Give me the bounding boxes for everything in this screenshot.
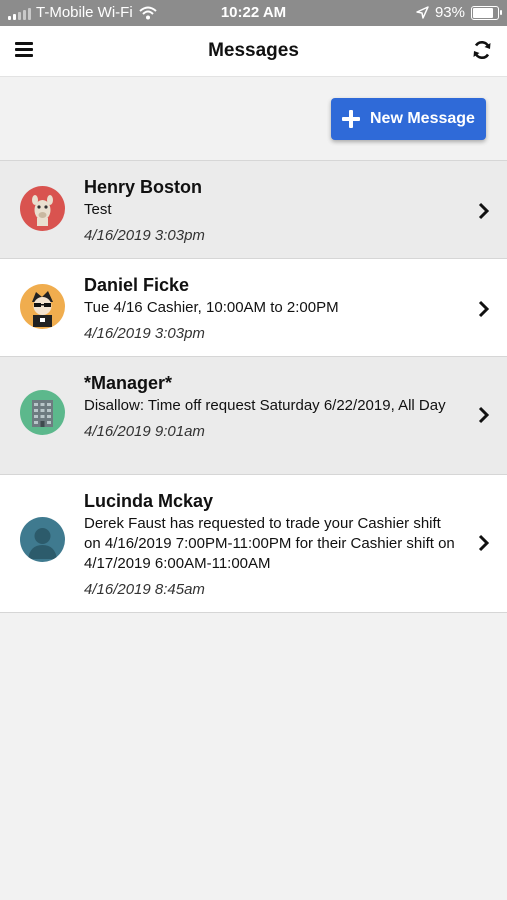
new-message-button[interactable]: New Message bbox=[331, 98, 486, 140]
chevron-right-icon bbox=[478, 202, 490, 220]
new-message-label: New Message bbox=[370, 110, 475, 127]
person-silhouette-avatar bbox=[20, 517, 65, 562]
page-title: Messages bbox=[208, 40, 299, 61]
llama-avatar bbox=[20, 186, 65, 231]
message-preview: Tue 4/16 Cashier, 10:00AM to 2:00PM bbox=[84, 299, 339, 316]
sender-name: Daniel Ficke bbox=[84, 275, 190, 295]
plus-icon bbox=[342, 110, 360, 128]
message-body: *Manager* Disallow: Time off request Sat… bbox=[84, 357, 457, 441]
sender-name: Lucinda Mckay bbox=[84, 491, 214, 511]
message-preview: Derek Faust has requested to trade your … bbox=[84, 515, 455, 572]
message-date: 4/16/2019 9:01am bbox=[84, 423, 205, 440]
message-item-lucinda-mckay[interactable]: Lucinda Mckay Derek Faust has requested … bbox=[0, 475, 507, 613]
message-list: Henry Boston Test 4/16/2019 3:03pm Danie… bbox=[0, 160, 507, 613]
battery-icon bbox=[471, 5, 502, 20]
sender-name: Henry Boston bbox=[84, 177, 203, 197]
status-bar: T-Mobile Wi-Fi 10:22 AM 93% bbox=[0, 0, 507, 26]
message-item-daniel-ficke[interactable]: Daniel Ficke Tue 4/16 Cashier, 10:00AM t… bbox=[0, 259, 507, 357]
message-body: Daniel Ficke Tue 4/16 Cashier, 10:00AM t… bbox=[84, 259, 457, 343]
message-item-manager[interactable]: *Manager* Disallow: Time off request Sat… bbox=[0, 357, 507, 475]
message-preview: Test bbox=[84, 201, 112, 218]
message-date: 4/16/2019 3:03pm bbox=[84, 325, 205, 342]
action-bar: New Message bbox=[0, 77, 507, 160]
refresh-icon[interactable] bbox=[471, 39, 493, 61]
location-arrow-icon bbox=[416, 6, 429, 19]
message-item-henry-boston[interactable]: Henry Boston Test 4/16/2019 3:03pm bbox=[0, 161, 507, 259]
message-body: Henry Boston Test 4/16/2019 3:03pm bbox=[84, 161, 457, 245]
message-date: 4/16/2019 3:03pm bbox=[84, 227, 205, 244]
app-header: Messages bbox=[0, 26, 507, 77]
chevron-right-icon bbox=[478, 300, 490, 318]
chevron-right-icon bbox=[478, 406, 490, 424]
sunglasses-person-avatar bbox=[20, 284, 65, 329]
sender-name: *Manager* bbox=[84, 373, 173, 393]
status-right: 93% bbox=[416, 4, 502, 21]
message-preview: Disallow: Time off request Saturday 6/22… bbox=[84, 397, 446, 414]
battery-level bbox=[473, 7, 493, 18]
building-avatar bbox=[20, 390, 65, 435]
chevron-right-icon bbox=[478, 534, 490, 552]
battery-percent: 93% bbox=[434, 4, 465, 21]
message-date: 4/16/2019 8:45am bbox=[84, 581, 205, 598]
message-body: Lucinda Mckay Derek Faust has requested … bbox=[84, 475, 457, 599]
